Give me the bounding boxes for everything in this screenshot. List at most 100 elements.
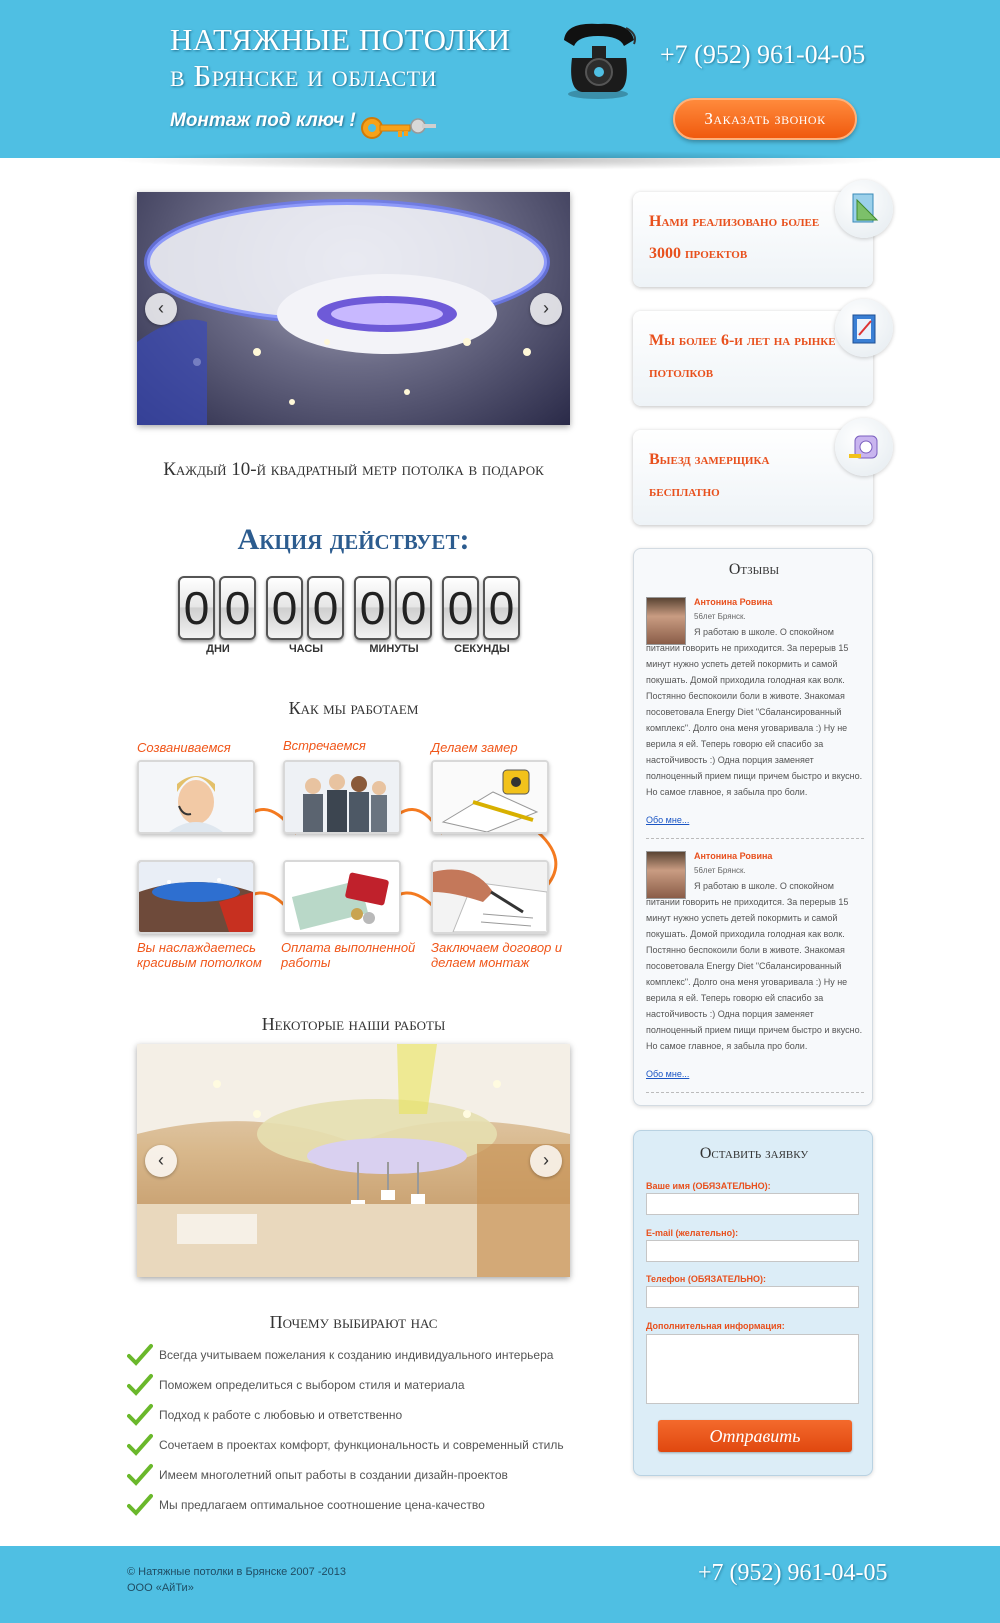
order-call-button[interactable]: Заказать звонок xyxy=(673,98,857,140)
reviews-title: Отзывы xyxy=(728,561,780,578)
chevron-right-icon: › xyxy=(543,298,549,318)
timer-hours-label: ЧАСЫ xyxy=(288,643,324,655)
phone-field[interactable] xyxy=(646,1286,859,1308)
feature-projects: Нами реализовано более 3000 проектов xyxy=(633,180,893,287)
review-text: Я работаю в школе. О спокойном питании г… xyxy=(646,881,863,1051)
why-us-text: Поможем определиться с выбором стиля и м… xyxy=(159,1378,465,1392)
slider-prev-button[interactable]: ‹ xyxy=(145,293,177,325)
chevron-left-icon: ‹ xyxy=(158,1150,164,1170)
works-next-button[interactable]: › xyxy=(530,1145,562,1177)
countdown-timer: 000 0 ДНИ 000 0 ЧАСЫ 000 0 МИНУТЫ 000 0 … xyxy=(178,576,524,656)
list-item: Мы предлагаем оптимальное соотношение це… xyxy=(127,1492,587,1522)
site-title[interactable]: НАТЯЖНЫЕ ПОТОЛКИ в Брянске и области xyxy=(170,22,511,94)
step-thumb-meet xyxy=(283,760,401,834)
step-label-contract: Заключаем договор и делаем монтаж xyxy=(431,940,563,970)
check-icon xyxy=(127,1434,153,1456)
check-icon xyxy=(127,1494,153,1516)
step-thumb-payment xyxy=(283,860,401,934)
why-us-list: Всегда учитываем пожелания к созданию ин… xyxy=(127,1342,587,1522)
step-thumb-contract xyxy=(431,860,549,934)
promo-action-title: Акция действует: xyxy=(237,523,470,556)
header-phone[interactable]: +7 (952) 961-04-05 xyxy=(660,40,865,70)
list-item: Поможем определиться с выбором стиля и м… xyxy=(127,1372,587,1402)
review-item: Антонина Ровина 56лет Брянск. Я работаю … xyxy=(646,597,864,827)
check-icon xyxy=(127,1344,153,1366)
review-meta: 56лет Брянск. xyxy=(694,612,746,621)
list-item: Всегда учитываем пожелания к созданию ин… xyxy=(127,1342,587,1372)
review-divider xyxy=(646,838,864,839)
email-field[interactable] xyxy=(646,1240,859,1262)
feature-projects-text: Нами реализовано более 3000 проектов xyxy=(649,213,820,262)
step-label-measure: Делаем замер xyxy=(431,740,518,755)
feature-years-badge xyxy=(835,299,893,357)
key-icon xyxy=(361,117,436,139)
timer-seconds-label: СЕКУНДЫ xyxy=(454,643,510,655)
feature-years: Мы более 6-и лет на рынке потолков xyxy=(633,299,893,406)
review-meta: 56лет Брянск. xyxy=(694,866,746,875)
chevron-right-icon: › xyxy=(543,1150,549,1170)
name-label: Ваше имя (ОБЯЗАТЕЛЬНО): xyxy=(646,1181,771,1191)
feature-projects-badge xyxy=(835,180,893,238)
drafting-icon xyxy=(852,193,879,223)
ceiling-photo xyxy=(137,199,550,425)
list-item: Сочетаем в проектах комфорт, функциональ… xyxy=(127,1432,587,1462)
order-form: Оставить заявку Ваше имя (ОБЯЗАТЕЛЬНО): … xyxy=(633,1130,873,1476)
step-label-enjoy: Вы наслаждаетесь красивым потолком xyxy=(137,940,262,970)
name-field[interactable] xyxy=(646,1193,859,1215)
footer-copyright-text: © Натяжные потолки в Брянске 2007 -2013 xyxy=(127,1566,346,1578)
timer-minutes-value-2: 0 xyxy=(395,576,432,640)
check-icon xyxy=(127,1404,153,1426)
list-item: Имеем многолетний опыт работы в создании… xyxy=(127,1462,587,1492)
site-header: НАТЯЖНЫЕ ПОТОЛКИ в Брянске и области Мон… xyxy=(0,0,1000,158)
site-subtitle: Монтаж под ключ ! xyxy=(170,110,356,131)
works-title: Некоторые наши работы xyxy=(261,1014,446,1034)
hero-slider[interactable]: ‹ › xyxy=(137,192,570,425)
promo-text: Каждый 10-й квадратный метр потолка в по… xyxy=(163,459,544,480)
review-author: Антонина Ровина xyxy=(694,851,773,861)
works-slider[interactable]: ‹ › xyxy=(137,1044,570,1277)
notepad-icon xyxy=(852,314,876,344)
timer-hours: 000 0 ЧАСЫ xyxy=(266,576,346,656)
footer-phone[interactable]: +7 (952) 961-04-05 xyxy=(698,1560,888,1587)
why-us-text: Мы предлагаем оптимальное соотношение це… xyxy=(159,1498,485,1512)
timer-seconds-value-2: 0 xyxy=(483,576,520,640)
site-title-line2: в Брянске и области xyxy=(170,58,437,93)
slider-next-button[interactable]: › xyxy=(530,293,562,325)
how-we-work-steps: Созваниваемся Встречаемся Делаем замер В… xyxy=(133,738,573,990)
site-footer: © Натяжные потолки в Брянске 2007 -2013 … xyxy=(0,1546,1000,1623)
info-label: Дополнительная информация: xyxy=(646,1321,785,1331)
why-us-text: Сочетаем в проектах комфорт, функциональ… xyxy=(159,1438,564,1452)
info-field[interactable] xyxy=(646,1334,859,1404)
feature-free-measure-text: Выезд замерщика бесплатно xyxy=(649,451,770,500)
landing-page: НАТЯЖНЫЕ ПОТОЛКИ в Брянске и области Мон… xyxy=(0,0,1000,1623)
phone-label: Телефон (ОБЯЗАТЕЛЬНО): xyxy=(646,1274,767,1284)
form-title: Оставить заявку xyxy=(699,1145,809,1162)
why-us-title: Почему выбирают нас xyxy=(269,1312,438,1332)
timer-seconds-value: 000 xyxy=(442,576,479,640)
why-us-text: Всегда учитываем пожелания к созданию ин… xyxy=(159,1348,554,1362)
timer-minutes-value: 000 xyxy=(354,576,391,640)
footer-company: ООО «АйТи» xyxy=(127,1582,194,1594)
works-prev-button[interactable]: ‹ xyxy=(145,1145,177,1177)
site-title-line1: НАТЯЖНЫЕ ПОТОЛКИ xyxy=(170,22,511,57)
reviews-panel: Отзывы Антонина Ровина 56лет Брянск. Я р… xyxy=(633,548,873,1106)
why-us-text: Подход к работе с любовью и ответственно xyxy=(159,1408,403,1422)
timer-days: 000 0 ДНИ xyxy=(178,576,258,656)
submit-button[interactable]: Отправить xyxy=(658,1420,852,1452)
timer-hours-value-2: 0 xyxy=(307,576,344,640)
timer-seconds: 000 0 СЕКУНДЫ xyxy=(442,576,522,656)
phone-icon xyxy=(564,23,636,99)
step-thumb-measure xyxy=(431,760,549,834)
review-divider xyxy=(646,1092,864,1093)
how-we-work-title: Как мы работаем xyxy=(288,698,419,718)
why-us-text: Имеем многолетний опыт работы в создании… xyxy=(159,1468,508,1482)
feature-free-measure-badge xyxy=(835,418,893,476)
step-label-call: Созваниваемся xyxy=(137,740,231,755)
review-about-link[interactable]: Обо мне... xyxy=(646,815,689,825)
timer-minutes-label: МИНУТЫ xyxy=(369,643,419,655)
feature-free-measure: Выезд замерщика бесплатно xyxy=(633,418,893,525)
review-about-link[interactable]: Обо мне... xyxy=(646,1069,689,1079)
timer-hours-value: 000 xyxy=(266,576,303,640)
tape-measure-icon xyxy=(849,435,878,459)
timer-minutes: 000 0 МИНУТЫ xyxy=(354,576,434,656)
